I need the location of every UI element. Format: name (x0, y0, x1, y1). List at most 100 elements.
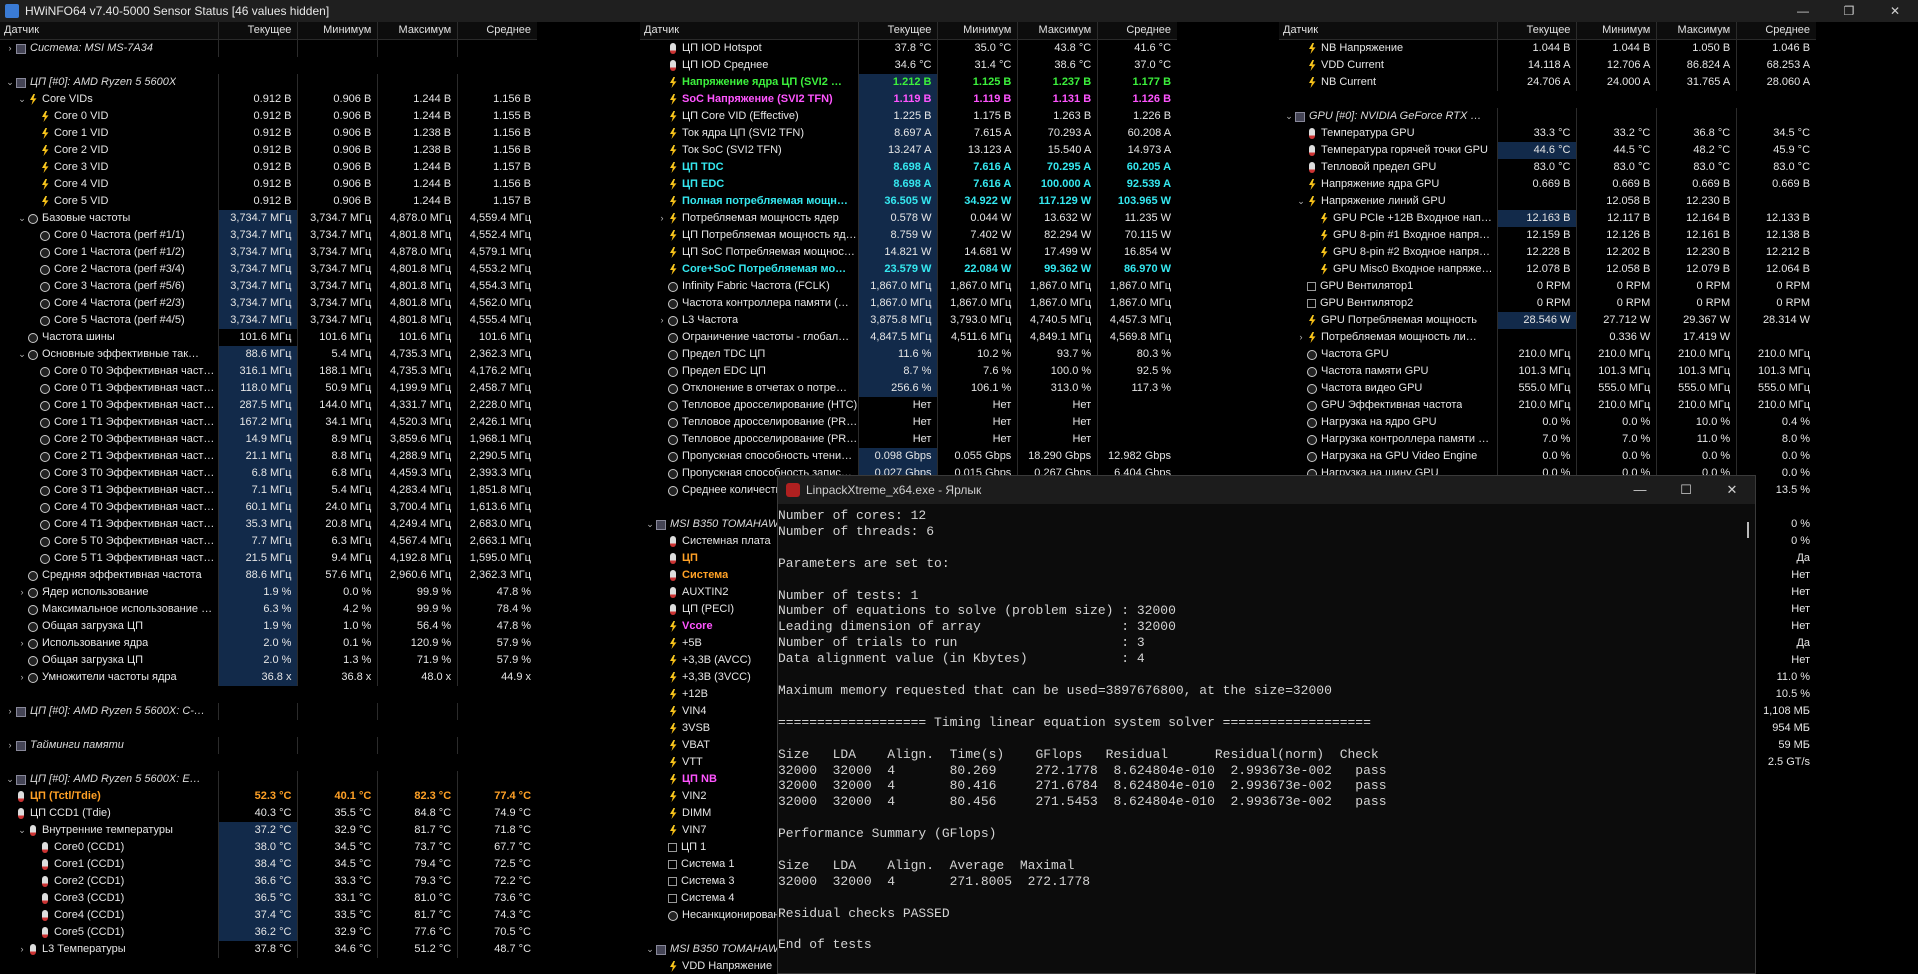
collapse-arrow-icon[interactable]: ⌄ (16, 91, 28, 108)
sensor-row[interactable]: Ограничение частоты - глобал… 4,847.5 МГц… (640, 329, 1177, 346)
sensor-row[interactable]: ⌄ Напряжение линий GPU 12.058 В 12.230 В (1279, 193, 1816, 210)
expand-arrow-icon[interactable]: › (16, 669, 28, 686)
sensor-row[interactable]: ЦП Core VID (Effective) 1.225 В 1.175 В 1.2… (640, 108, 1177, 125)
sensor-row[interactable]: ⌄ Основные эффективные так… 88.6 МГц 5.4 МГ… (0, 346, 537, 363)
sensor-row[interactable]: Частота видео GPU 555.0 МГц 555.0 МГц 555.0… (1279, 380, 1816, 397)
sensor-row[interactable]: Infinity Fabric Частота (FCLK) 1,867.0 МГ… (640, 278, 1177, 295)
sensor-row[interactable]: Core 1 T0 Эффективная часто… 287.5 МГц 144… (0, 397, 537, 414)
sensor-row[interactable]: GPU Эффективная частота 210.0 МГц 210.0 МГ… (1279, 397, 1816, 414)
collapse-arrow-icon[interactable]: ⌄ (4, 74, 16, 91)
col-current[interactable]: Текущее (1496, 22, 1577, 39)
collapse-arrow-icon[interactable]: ⌄ (644, 516, 656, 533)
sensor-row[interactable]: Максимальное использование … 6.3 % 4.2 % 99… (0, 601, 537, 618)
sensor-row[interactable]: › Потребляемая мощность ядер 0.578 W 0.044 … (640, 210, 1177, 227)
minimize-button[interactable]: — (1780, 0, 1826, 22)
sensor-row[interactable]: GPU 8-pin #1 Входное напря… 12.159 В 12.12… (1279, 227, 1816, 244)
col-current[interactable]: Текущее (857, 22, 938, 39)
col-sensor[interactable]: Датчик (640, 22, 858, 39)
sensor-row[interactable]: Core5 (CCD1) 36.2 °C 32.9 °C 77.6 °C 70.5 °C (0, 924, 537, 941)
sensor-row[interactable]: ⌄ Внутренние температуры 37.2 °C 32.9 °C 81.… (0, 822, 537, 839)
expand-arrow-icon[interactable]: › (4, 40, 16, 57)
sensor-row[interactable]: Core2 (CCD1) 36.6 °C 33.3 °C 79.3 °C 72.2 °C (0, 873, 537, 890)
col-min[interactable]: Минимум (1576, 22, 1656, 39)
sensor-row[interactable]: Core 3 T0 Эффективная часто… 6.8 МГц 6.8 М… (0, 465, 537, 482)
sensor-row[interactable]: Core0 (CCD1) 38.0 °C 34.5 °C 73.7 °C 67.7 °C (0, 839, 537, 856)
sensor-row[interactable]: › Использование ядра 2.0 % 0.1 % 120.9 % 57.9… (0, 635, 537, 652)
collapse-arrow-icon[interactable]: ⌄ (1283, 108, 1295, 125)
collapse-arrow-icon[interactable]: ⌄ (16, 822, 28, 839)
col-avg[interactable]: Среднее (1097, 22, 1177, 39)
sensor-row[interactable]: Core 5 T1 Эффективная часто… 21.5 МГц 9.4 … (0, 550, 537, 567)
sensor-row[interactable]: › L3 Температуры 37.8 °C 34.6 °C 51.2 °C 48.7… (0, 941, 537, 958)
sensor-row[interactable]: GPU Вентилятор1 0 RPM 0 RPM 0 RPM 0 RPM (1279, 278, 1816, 295)
sensor-row[interactable]: GPU 8-pin #2 Входное напря… 12.228 В 12.20… (1279, 244, 1816, 261)
sensor-row[interactable]: Нагрузка на ядро GPU 0.0 % 0.0 % 10.0 % 0.4 … (1279, 414, 1816, 431)
sensor-row[interactable]: Core 0 VID 0.912 В 0.906 В 1.244 В 1.155 В (0, 108, 537, 125)
sensor-row[interactable]: Нагрузка на GPU Video Engine 0.0 % 0.0 % 0.… (1279, 448, 1816, 465)
sensor-row[interactable]: VDD Current 14.118 A 12.706 A 86.824 A 68.25… (1279, 57, 1816, 74)
col-max[interactable]: Максимум (1656, 22, 1736, 39)
sensor-row[interactable]: Core 0 Частота (perf #1/1) 3,734.7 МГц 3,7… (0, 227, 537, 244)
sensor-row[interactable]: Общая загрузка ЦП 2.0 % 1.3 % 71.9 % 57.9 % (0, 652, 537, 669)
expand-arrow-icon[interactable]: › (1295, 329, 1307, 346)
console-scrollbar[interactable] (1747, 522, 1749, 538)
collapse-arrow-icon[interactable]: ⌄ (1295, 193, 1307, 210)
sensor-row[interactable]: Core 0 T0 Эффективная часто… 316.1 МГц 188… (0, 363, 537, 380)
sensor-row[interactable]: NB Напряжение 1.044 В 1.044 В 1.050 В 1.046 … (1279, 40, 1816, 57)
sensor-row[interactable]: Ток ядра ЦП (SVI2 TFN) 8.697 A 7.615 A 70.2… (640, 125, 1177, 142)
sensor-row[interactable]: Core4 (CCD1) 37.4 °C 33.5 °C 81.7 °C 74.3 °C (0, 907, 537, 924)
sensor-row[interactable]: Полная потребляемая мощн… 36.505 W 34.922 … (640, 193, 1177, 210)
sensor-group-row[interactable]: ⌄ GPU [#0]: NVIDIA GeForce RTX … (1279, 108, 1816, 125)
console-title-bar[interactable]: LinpackXtreme_x64.exe - Ярлык — ☐ ✕ (778, 476, 1755, 504)
sensor-row[interactable]: ⌄ Core VIDs 0.912 В 0.906 В 1.244 В 1.156 В (0, 91, 537, 108)
sensor-row[interactable]: Тепловое дросселирование (PR… Нет Нет Нет (640, 431, 1177, 448)
collapse-arrow-icon[interactable]: ⌄ (644, 941, 656, 958)
sensor-row[interactable]: GPU Misc0 Входное напряже… 12.078 В 12.058… (1279, 261, 1816, 278)
sensor-row[interactable]: › Умножители частоты ядра 36.8 x 36.8 x 48.0… (0, 669, 537, 686)
col-max[interactable]: Максимум (1017, 22, 1097, 39)
sensor-row[interactable]: › L3 Частота 3,875.8 МГц 3,793.0 МГц 4,740.5… (640, 312, 1177, 329)
sensor-row[interactable]: ЦП IOD Hotspot 37.8 °C 35.0 °C 43.8 °C 41.6 … (640, 40, 1177, 57)
sensor-group-row[interactable]: ⌄ ЦП [#0]: AMD Ryzen 5 5600X (0, 74, 537, 91)
sensor-row[interactable]: Предел TDC ЦП 11.6 % 10.2 % 93.7 % 80.3 % (640, 346, 1177, 363)
sensor-row[interactable]: ЦП IOD Среднее 34.6 °C 31.4 °C 38.6 °C 37.0 … (640, 57, 1177, 74)
sensor-row[interactable]: ЦП (Tctl/Tdie) 52.3 °C 40.1 °C 82.3 °C 77.4 … (0, 788, 537, 805)
sensor-row[interactable]: Пропускная способность чтени… 0.098 Gbps 0… (640, 448, 1177, 465)
col-sensor[interactable]: Датчик (0, 22, 218, 39)
sensor-row[interactable]: ЦП SoC Потребляемая мощност… 14.821 W 14.6… (640, 244, 1177, 261)
sensor-row[interactable]: Core+SoC Потребляемая мо… 23.579 W 22.084 … (640, 261, 1177, 278)
sensor-row[interactable]: Общая загрузка ЦП 1.9 % 1.0 % 56.4 % 47.8 % (0, 618, 537, 635)
col-max[interactable]: Максимум (377, 22, 457, 39)
sensor-row[interactable]: ЦП EDC 8.698 A 7.616 A 100.000 A 92.539 A (640, 176, 1177, 193)
sensor-group-row[interactable]: ⌄ ЦП [#0]: AMD Ryzen 5 5600X: E… (0, 771, 537, 788)
sensor-group-row[interactable]: › Система: MSI MS-7A34 (0, 40, 537, 57)
sensor-row[interactable]: Частота шины 101.6 МГц 101.6 МГц 101.6 МГц 1… (0, 329, 537, 346)
sensor-row[interactable]: Частота контроллера памяти (… 1,867.0 МГц… (640, 295, 1177, 312)
sensor-row[interactable]: NB Current 24.706 A 24.000 A 31.765 A 28.060… (1279, 74, 1816, 91)
sensor-row[interactable]: Core 5 T0 Эффективная часто… 7.7 МГц 6.3 М… (0, 533, 537, 550)
sensor-row[interactable]: Core 5 Частота (perf #4/5) 3,734.7 МГц 3,7… (0, 312, 537, 329)
sensor-row[interactable]: Средняя эффективная частота 88.6 МГц 57.6 … (0, 567, 537, 584)
sensor-row[interactable]: Core 2 T1 Эффективная часто… 21.1 МГц 8.8 … (0, 448, 537, 465)
sensor-row[interactable]: Core 4 Частота (perf #2/3) 3,734.7 МГц 3,7… (0, 295, 537, 312)
sensor-row[interactable]: Частота GPU 210.0 МГц 210.0 МГц 210.0 МГц 21… (1279, 346, 1816, 363)
expand-arrow-icon[interactable]: › (656, 312, 668, 329)
sensor-row[interactable]: Температура GPU 33.3 °C 33.2 °C 36.8 °C 34.5… (1279, 125, 1816, 142)
sensor-row[interactable]: Core 4 T0 Эффективная часто… 60.1 МГц 24.0… (0, 499, 537, 516)
maximize-button[interactable]: ❐ (1826, 0, 1872, 22)
sensor-row[interactable]: SoC Напряжение (SVI2 TFN) 1.119 В 1.119 В1… (640, 91, 1177, 108)
sensor-row[interactable]: › Ядер использование 1.9 % 0.0 % 99.9 % 47.8 … (0, 584, 537, 601)
collapse-arrow-icon[interactable]: ⌄ (16, 210, 28, 227)
col-min[interactable]: Минимум (297, 22, 377, 39)
expand-arrow-icon[interactable]: › (4, 703, 16, 720)
col-min[interactable]: Минимум (937, 22, 1017, 39)
sensor-row[interactable]: Core 1 Частота (perf #1/2) 3,734.7 МГц 3,7… (0, 244, 537, 261)
sensor-row[interactable]: Core 4 VID 0.912 В 0.906 В 1.244 В 1.156 В (0, 176, 537, 193)
linpack-console-window[interactable]: LinpackXtreme_x64.exe - Ярлык — ☐ ✕ Numb… (777, 475, 1756, 974)
collapse-arrow-icon[interactable]: ⌄ (16, 346, 28, 363)
sensor-row[interactable]: Напряжение ядра GPU 0.669 В 0.669 В 0.669 В… (1279, 176, 1816, 193)
sensor-row[interactable]: › Потребляемая мощность ли… 0.336 W 17.419 … (1279, 329, 1816, 346)
sensor-row[interactable]: Тепловое дросселирование (HTC) Нет Нет Нет (640, 397, 1177, 414)
col-avg[interactable]: Среднее (457, 22, 537, 39)
expand-arrow-icon[interactable]: › (16, 941, 28, 958)
